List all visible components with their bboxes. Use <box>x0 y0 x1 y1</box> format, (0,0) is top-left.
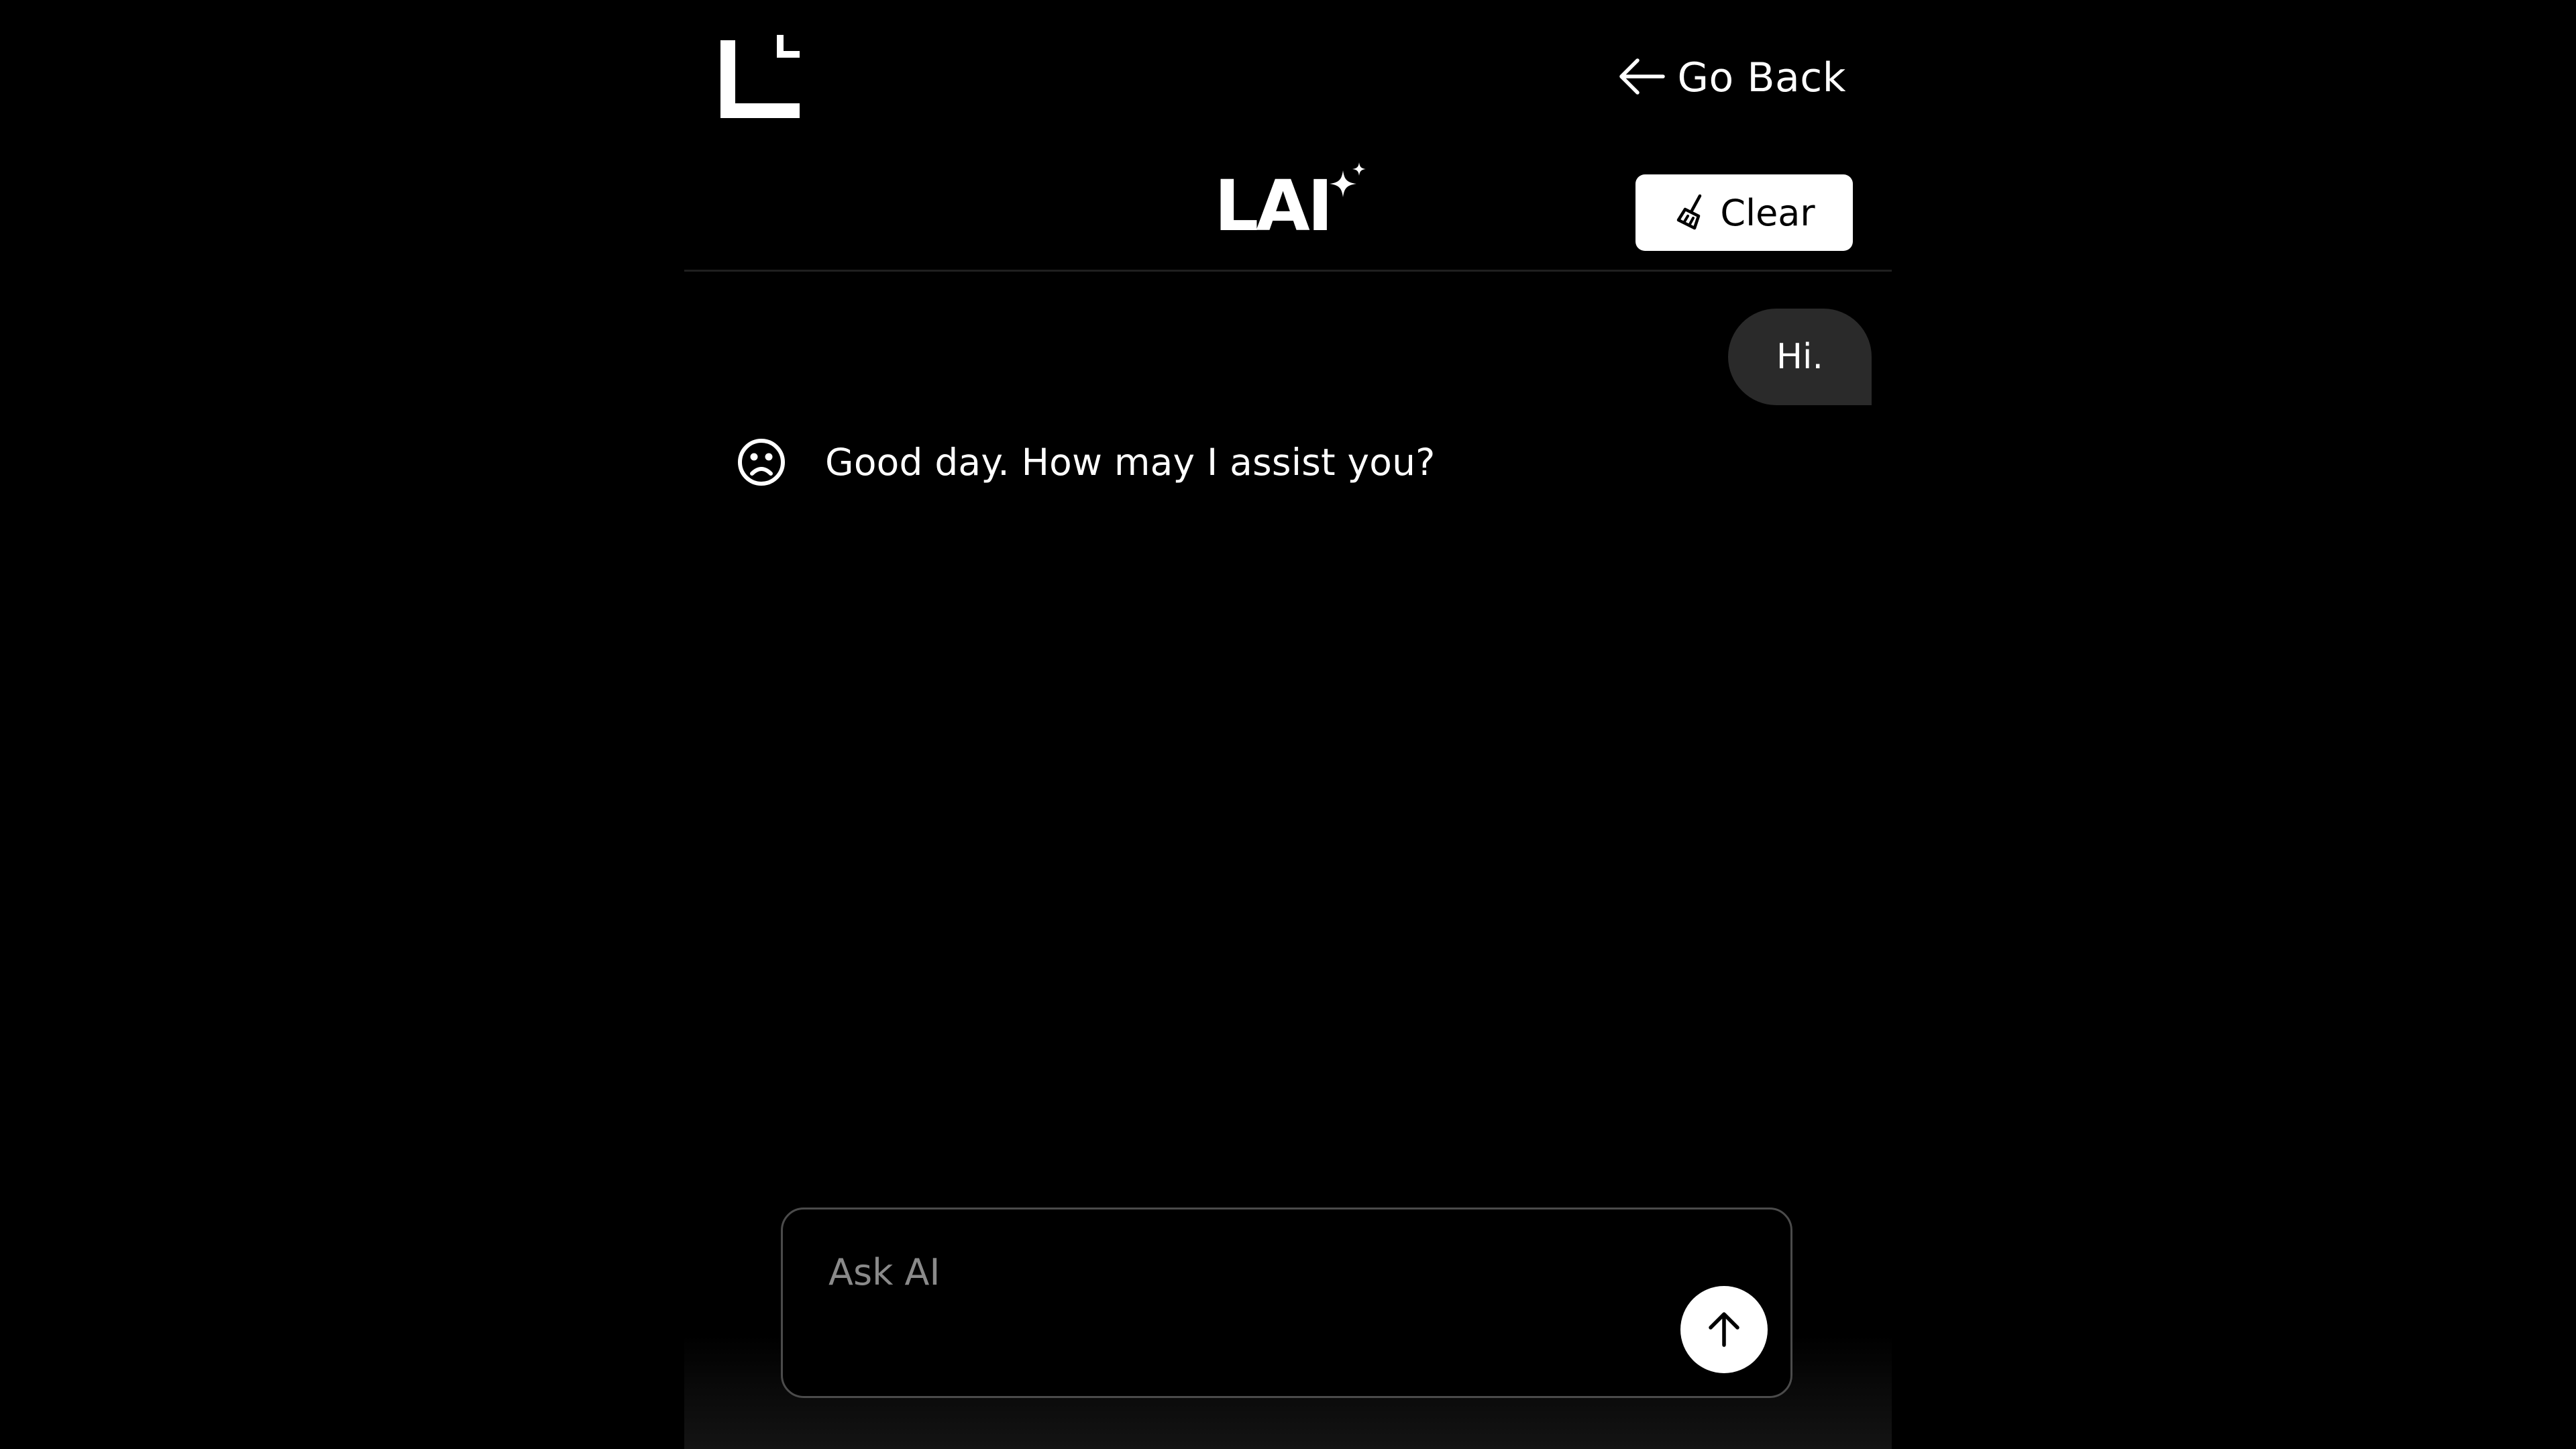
arrow-up-icon <box>1703 1307 1746 1352</box>
brand-name: LAI <box>1214 165 1333 247</box>
clear-label: Clear <box>1720 191 1815 234</box>
corner-l-logo[interactable] <box>720 35 801 118</box>
sparkle-icon <box>1327 162 1368 204</box>
user-message: Hi. <box>1727 309 1872 405</box>
ask-ai-input[interactable] <box>828 1242 1566 1302</box>
send-button[interactable] <box>1680 1286 1768 1373</box>
chat-column: Go Back LAI Clear Hi. Good day. How may … <box>684 0 1892 1449</box>
arrow-left-icon <box>1617 56 1666 99</box>
broom-icon <box>1673 193 1711 233</box>
user-message-text: Hi. <box>1776 337 1823 377</box>
clear-button[interactable]: Clear <box>1635 174 1853 251</box>
frown-face-icon <box>737 437 786 487</box>
go-back-label: Go Back <box>1677 54 1846 101</box>
message-composer <box>781 1208 1792 1398</box>
brand-title: LAI <box>1214 162 1375 247</box>
go-back-link[interactable]: Go Back <box>1617 52 1846 103</box>
logo-graphic <box>720 35 800 118</box>
app-root: Go Back LAI Clear Hi. Good day. How may … <box>0 0 2576 1449</box>
header-divider <box>684 270 1892 272</box>
assistant-message-text: Good day. How may I assist you? <box>825 441 1436 484</box>
assistant-message: Good day. How may I assist you? <box>737 437 1436 487</box>
